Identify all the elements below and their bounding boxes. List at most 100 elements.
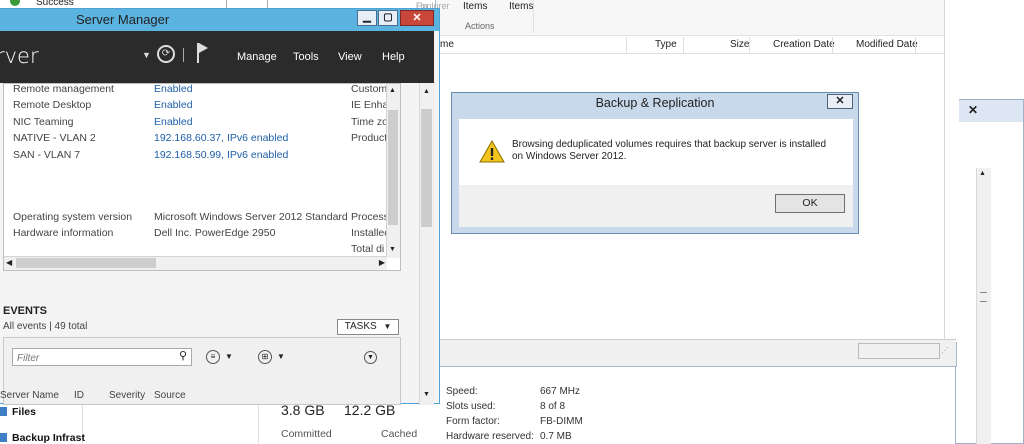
menu-help[interactable]: Help [382,51,405,63]
status-bar: ⋰ [436,339,956,366]
committed-label: Committed [281,428,332,440]
close-button[interactable]: ✕ [400,10,434,26]
flag-icon-pennant [199,43,208,53]
maximize-button[interactable]: ▢ [378,10,398,26]
chevron-down-icon[interactable]: ▼ [277,352,285,361]
chevron-down-icon: ▼ [383,322,392,331]
chevron-down-icon[interactable]: ▼ [142,50,151,60]
property-label: Remote Desktop [13,99,92,111]
ribbon-group-actions: Actions [465,21,495,31]
nav-item-backup-infrastructure[interactable]: Backup Infrast [12,432,85,444]
property-value[interactable]: Dell Inc. PowerEdge 2950 [154,227,275,239]
column-id[interactable]: ID [74,390,84,401]
background-window-scrollbar[interactable]: ▲ [976,168,991,444]
close-icon[interactable]: ✕ [962,102,984,118]
column-creation-date[interactable]: Creation Date [773,39,835,50]
chevron-down-icon[interactable]: ▼ [225,352,233,361]
menu-view[interactable]: View [338,51,362,63]
window-title: Server Manager [76,12,170,27]
scroll-left-icon[interactable]: ◀ [6,258,12,267]
memory-value-slots: 8 of 8 [540,401,566,412]
column-size[interactable]: Size [730,39,749,50]
save-query-icon[interactable]: ⊞ [258,350,272,364]
resize-grip-icon[interactable]: ⋰ [941,346,949,355]
explorer-edge [944,0,959,342]
menu-tools[interactable]: Tools [293,51,319,63]
server-manager-scrollbar[interactable]: ▲ ▼ [419,83,434,405]
events-title: EVENTS [3,305,48,317]
ok-button[interactable]: OK [775,194,845,213]
property-value-link[interactable]: Enabled [154,116,193,128]
property-value[interactable]: Microsoft Windows Server 2012 Standard [154,211,348,223]
filter-box[interactable]: ⚲ [12,348,192,367]
minimize-button[interactable]: ▁ [357,10,377,26]
column-source[interactable]: Source [154,390,186,401]
close-icon: ✕ [835,95,845,107]
property-value-link[interactable]: Enabled [154,99,193,111]
properties-horizontal-scrollbar[interactable]: ◀ ▶ [4,256,387,270]
scroll-down-icon[interactable]: ▼ [423,391,430,398]
ribbon-items-label-1[interactable]: Items [463,1,487,12]
column-modified-date[interactable]: Modified Date [856,39,918,50]
property-value-link[interactable]: 192.168.50.99, IPv6 enabled [154,149,288,161]
nav-pane: Files Backup Infrast [0,404,85,444]
scroll-thumb[interactable] [388,110,398,225]
warning-icon [479,140,505,163]
dialog-close-button[interactable]: ✕ [827,94,853,109]
property-label-right: Time zo [351,116,388,128]
memory-value-hardware-reserved: 0.7 MB [540,431,572,442]
column-server-name[interactable]: Server Name [0,390,59,401]
events-panel: ⚲ ≡ ▼ ⊞ ▼ ▼ Server Name ID Severity Sour… [0,337,401,405]
success-icon [10,0,20,6]
property-label-right: Product [351,132,388,144]
nav-item-files[interactable]: Files [12,406,36,418]
memory-label-slots: Slots used: [446,401,496,412]
column-separator [683,37,684,53]
memory-label-speed: Speed: [446,386,478,397]
expand-icon[interactable]: ▼ [364,351,377,364]
dialog-body: Browsing deduplicated volumes requires t… [459,119,853,227]
scroll-down-icon[interactable]: ▼ [389,246,396,253]
success-label: Success [36,0,74,8]
file-list-header: me Type Size Creation Date Modified Date [436,37,956,54]
property-label-right: Installec [351,227,390,239]
filter-input[interactable] [13,349,169,367]
property-label: SAN - VLAN 7 [13,149,81,161]
list-view-icon[interactable]: ≡ [206,350,220,364]
ribbon-items-label-2[interactable]: Items [509,1,533,12]
memory-value-speed: 667 MHz [540,386,581,397]
server-manager-window: Server Manager ▁ ▢ ✕ rver ▼ ⟳ Manage Too… [0,8,440,405]
scroll-grip-icon [980,292,987,302]
column-separator [915,37,916,53]
header-title: rver [0,44,39,68]
column-separator [749,37,750,53]
dialog-footer: OK [459,185,853,227]
column-type[interactable]: Type [655,39,677,50]
column-separator [832,37,833,53]
refresh-icon[interactable]: ⟳ [157,45,175,63]
tasks-button[interactable]: TASKS ▼ [337,319,399,335]
minimize-icon: ▁ [363,12,371,23]
scroll-up-icon[interactable]: ▲ [389,87,396,94]
dialog-title: Backup & Replication [595,96,715,110]
scroll-thumb[interactable] [421,109,432,227]
scroll-right-icon[interactable]: ▶ [379,258,385,267]
server-manager-titlebar[interactable]: Server Manager ▁ ▢ ✕ [0,9,439,31]
property-value-link[interactable]: Enabled [154,84,193,95]
property-value-link[interactable]: 192.168.60.37, IPv6 enabled [154,132,288,144]
property-label-right: Process [351,211,389,223]
scroll-up-icon[interactable]: ▲ [979,170,986,177]
menu-manage[interactable]: Manage [237,51,277,63]
property-label: Remote management [13,83,114,95]
maximize-icon: ▢ [383,12,393,23]
column-severity[interactable]: Severity [109,390,145,401]
background-window-titlebar: ✕ [956,100,1023,122]
properties-vertical-scrollbar[interactable]: ▲ ▼ [386,84,400,258]
memory-label-form-factor: Form factor: [446,416,500,427]
column-name[interactable]: me [440,39,454,50]
scroll-up-icon[interactable]: ▲ [423,88,430,95]
scroll-thumb[interactable] [16,258,156,268]
search-icon[interactable]: ⚲ [179,349,187,362]
backup-icon [0,433,7,442]
property-label: Hardware information [13,227,114,239]
